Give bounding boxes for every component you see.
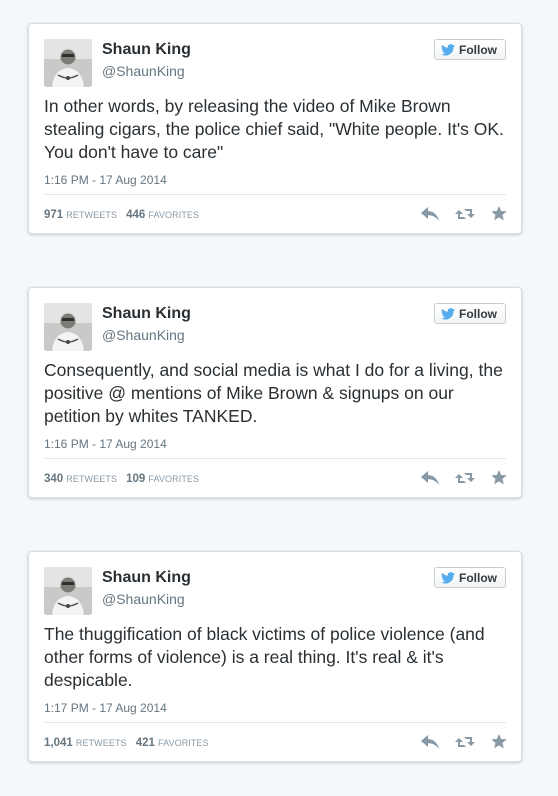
tweet-card: Shaun King @ShaunKing Follow In other wo… (28, 23, 522, 234)
retweets-label: RETWEETS (75, 738, 127, 748)
user-handle[interactable]: @ShaunKing (102, 591, 185, 607)
tweet-text: Consequently, and social media is what I… (44, 360, 503, 426)
favorite-count[interactable]: 421 (136, 737, 155, 749)
twitter-bird-icon (441, 43, 455, 56)
avatar-photo (44, 303, 92, 351)
favorite-count[interactable]: 109 (126, 473, 145, 485)
reply-icon[interactable] (421, 734, 439, 749)
favorite-star-icon[interactable] (491, 206, 507, 221)
tweet-timestamp[interactable]: 1:16 PM - 17 Aug 2014 (44, 437, 167, 451)
reply-icon[interactable] (421, 206, 439, 221)
avatar[interactable] (44, 567, 92, 615)
tweet-text: The thuggification of black victims of p… (44, 624, 485, 690)
divider (44, 722, 506, 723)
favorites-label: FAVORITES (148, 210, 200, 220)
tweet-actions (405, 734, 507, 749)
tweet-card: Shaun King @ShaunKing Follow The thuggif… (28, 551, 522, 762)
tweet-card: Shaun King @ShaunKing Follow Consequentl… (28, 287, 522, 498)
tweet-actions (405, 470, 507, 485)
retweet-count[interactable]: 1,041 (44, 737, 73, 749)
avatar[interactable] (44, 303, 92, 351)
favorite-count[interactable]: 446 (126, 209, 145, 221)
avatar-photo (44, 39, 92, 87)
tweet-actions (405, 206, 507, 221)
tweet-stats: 971 RETWEETS 446 FAVORITES (44, 209, 205, 221)
avatar-photo (44, 567, 92, 615)
follow-button[interactable]: Follow (434, 567, 506, 588)
divider (44, 458, 506, 459)
retweet-count[interactable]: 340 (44, 473, 63, 485)
avatar[interactable] (44, 39, 92, 87)
retweets-label: RETWEETS (66, 474, 118, 484)
user-handle[interactable]: @ShaunKing (102, 63, 185, 79)
tweet-text: In other words, by releasing the video o… (44, 96, 504, 162)
reply-icon[interactable] (421, 470, 439, 485)
retweet-icon[interactable] (455, 735, 475, 749)
user-name[interactable]: Shaun King (102, 569, 191, 587)
user-name[interactable]: Shaun King (102, 305, 191, 323)
follow-label: Follow (459, 306, 497, 321)
tweet-timestamp[interactable]: 1:17 PM - 17 Aug 2014 (44, 701, 167, 715)
favorite-star-icon[interactable] (491, 470, 507, 485)
twitter-bird-icon (441, 571, 455, 584)
tweet-stats: 340 RETWEETS 109 FAVORITES (44, 473, 205, 485)
retweet-icon[interactable] (455, 471, 475, 485)
tweet-timestamp[interactable]: 1:16 PM - 17 Aug 2014 (44, 173, 167, 187)
follow-button[interactable]: Follow (434, 39, 506, 60)
follow-label: Follow (459, 42, 497, 57)
tweet-stats: 1,041 RETWEETS 421 FAVORITES (44, 737, 215, 749)
retweet-icon[interactable] (455, 207, 475, 221)
user-handle[interactable]: @ShaunKing (102, 327, 185, 343)
user-name[interactable]: Shaun King (102, 41, 191, 59)
twitter-bird-icon (441, 307, 455, 320)
divider (44, 194, 506, 195)
favorites-label: FAVORITES (157, 738, 209, 748)
retweet-count[interactable]: 971 (44, 209, 63, 221)
retweets-label: RETWEETS (66, 210, 118, 220)
follow-button[interactable]: Follow (434, 303, 506, 324)
favorite-star-icon[interactable] (491, 734, 507, 749)
favorites-label: FAVORITES (148, 474, 200, 484)
follow-label: Follow (459, 570, 497, 585)
